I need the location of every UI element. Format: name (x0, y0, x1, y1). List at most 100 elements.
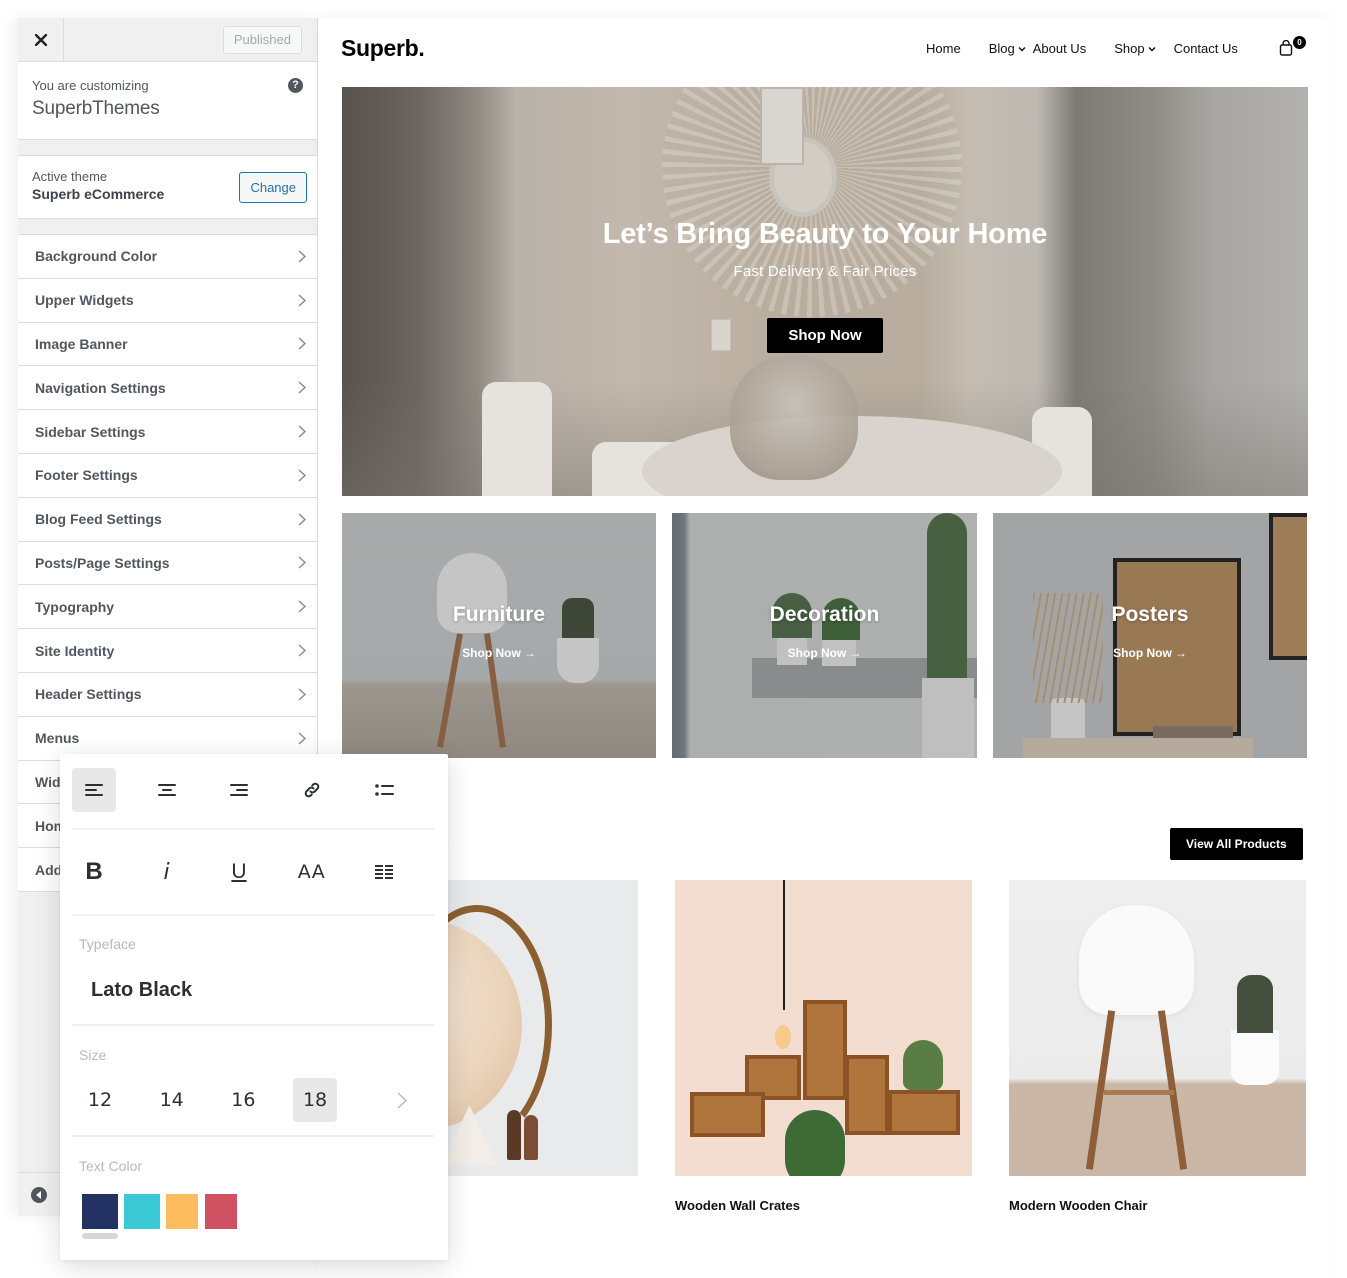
customizing-label: You are customizing (32, 78, 149, 93)
bold-icon: B (85, 858, 103, 885)
text-case-button[interactable]: AA (290, 850, 334, 894)
active-theme-section: Active theme Superb eCommerce Change (18, 155, 317, 219)
alignment-toolbar (72, 768, 434, 812)
view-all-products-button[interactable]: View All Products (1170, 828, 1303, 860)
category-title: Furniture (452, 603, 546, 626)
more-sizes-button[interactable] (387, 1078, 417, 1122)
product-image-wooden-wall-crates[interactable] (675, 880, 972, 1176)
category-card-decoration[interactable]: Decoration Shop Now → (672, 513, 977, 758)
hero-title: Let’s Bring Beauty to Your Home (602, 218, 1048, 250)
category-title: Decoration (769, 603, 880, 626)
customizer-menu-item[interactable]: Footer Settings (18, 453, 317, 498)
size-option[interactable]: 16 (221, 1078, 265, 1122)
cart-count-badge: 0 (1293, 36, 1306, 49)
category-grid: Furniture Shop Now → Decoration Shop Now →… (342, 513, 1308, 758)
category-shop-now-link[interactable]: Shop Now → (993, 646, 1307, 660)
arrow-right-icon: → (523, 646, 536, 660)
category-shop-now-link[interactable]: Shop Now → (672, 646, 977, 660)
color-swatch[interactable] (166, 1194, 198, 1229)
chevron-right-icon (287, 425, 317, 438)
italic-button[interactable]: i (145, 850, 189, 894)
nav-item-blog[interactable]: Blog (989, 41, 1026, 56)
close-customizer-button[interactable] (18, 18, 64, 62)
justify-button[interactable] (362, 850, 406, 894)
underline-button[interactable]: U (217, 850, 261, 894)
customizer-header: Published (18, 18, 317, 62)
nav-item-shop[interactable]: Shop (1114, 41, 1156, 56)
cart-button[interactable]: 0 (1279, 36, 1307, 60)
nav-item-home[interactable]: Home (926, 41, 961, 56)
color-swatch[interactable] (205, 1194, 237, 1229)
chevron-right-icon (287, 688, 317, 701)
help-icon[interactable]: ? (288, 78, 303, 93)
close-icon (34, 34, 47, 46)
menu-item-label: Image Banner (35, 335, 128, 352)
menu-item-label: Upper Widgets (35, 292, 134, 309)
category-shop-now-link[interactable]: Shop Now → (342, 646, 656, 660)
insert-link-button[interactable] (290, 768, 334, 812)
collapse-sidebar-button[interactable] (31, 1186, 47, 1203)
arrow-right-icon: → (1174, 646, 1187, 660)
published-button[interactable]: Published (222, 26, 302, 54)
customizer-menu-item[interactable]: Image Banner (18, 322, 317, 367)
bold-button[interactable]: B (72, 850, 116, 894)
menu-item-label: Navigation Settings (35, 379, 166, 396)
align-left-icon (85, 784, 103, 796)
text-color-label: Text Color (79, 1158, 143, 1174)
selected-swatch-indicator (82, 1233, 118, 1239)
site-logo[interactable]: Superb. (341, 35, 425, 62)
product-name[interactable]: Modern Wooden Chair (1009, 1198, 1306, 1213)
text-case-icon: AA (297, 861, 326, 883)
menu-item-label: Menus (35, 730, 80, 747)
category-card-posters[interactable]: Posters Shop Now → (993, 513, 1307, 758)
menu-item-label: Sidebar Settings (35, 423, 146, 440)
shopping-bag-icon (1279, 40, 1293, 56)
customizer-menu-item[interactable]: Header Settings (18, 672, 317, 717)
change-theme-button[interactable]: Change (239, 172, 307, 203)
hero-shop-now-button[interactable]: Shop Now (767, 318, 883, 353)
color-swatch[interactable] (124, 1194, 160, 1229)
customizer-menu-item[interactable]: Navigation Settings (18, 366, 317, 411)
menu-item-label: Posts/Page Settings (35, 554, 170, 571)
size-option[interactable]: 12 (78, 1078, 122, 1122)
menu-item-label: Site Identity (35, 642, 115, 659)
chevron-right-icon (287, 381, 317, 394)
chevron-right-icon (287, 644, 317, 657)
size-label: Size (79, 1047, 107, 1063)
customizer-menu-item[interactable]: Upper Widgets (18, 278, 317, 323)
chevron-right-icon (287, 556, 317, 570)
customizer-menu-item[interactable]: Background Color (18, 235, 317, 279)
bullet-list-button[interactable] (362, 768, 406, 812)
customizer-menu-item[interactable]: Posts/Page Settings (18, 541, 317, 586)
product-card[interactable]: Wooden Wall Crates (675, 880, 972, 1213)
category-title: Posters (1111, 603, 1189, 626)
arrow-right-icon: → (849, 646, 862, 660)
align-center-icon (157, 784, 176, 796)
color-swatch[interactable] (82, 1194, 118, 1229)
size-option[interactable]: 14 (150, 1078, 194, 1122)
nav-item-contact-us[interactable]: Contact Us (1174, 41, 1238, 56)
customizer-menu-item[interactable]: Typography (18, 585, 317, 630)
typeface-select[interactable]: Lato Black (91, 979, 192, 1002)
nav-item-about-us[interactable]: About Us (1033, 41, 1086, 56)
site-name: SuperbThemes (32, 98, 160, 119)
align-left-button[interactable] (72, 768, 116, 812)
main-nav: Home Blog About Us Shop Contact Us (926, 41, 1238, 56)
chevron-right-icon (287, 600, 317, 613)
align-right-button[interactable] (217, 768, 261, 812)
chevron-down-icon (1148, 46, 1156, 52)
hero-banner: Let’s Bring Beauty to Your Home Fast Del… (342, 87, 1308, 496)
align-center-button[interactable] (145, 768, 189, 812)
category-card-furniture[interactable]: Furniture Shop Now → (342, 513, 656, 758)
product-card[interactable]: Modern Wooden Chair (1009, 880, 1306, 1213)
product-name[interactable]: Wooden Wall Crates (675, 1198, 972, 1213)
chevron-right-icon (287, 337, 317, 351)
chevron-right-icon (287, 294, 317, 307)
customizer-menu-item[interactable]: Site Identity (18, 629, 317, 673)
size-option[interactable]: 18 (293, 1078, 338, 1122)
size-options: 12 14 16 18 (78, 1078, 417, 1122)
chevron-right-icon (397, 1091, 407, 1109)
customizer-menu-item[interactable]: Blog Feed Settings (18, 497, 317, 542)
product-image-modern-wooden-chair[interactable] (1009, 880, 1306, 1176)
customizer-menu-item[interactable]: Sidebar Settings (18, 410, 317, 454)
